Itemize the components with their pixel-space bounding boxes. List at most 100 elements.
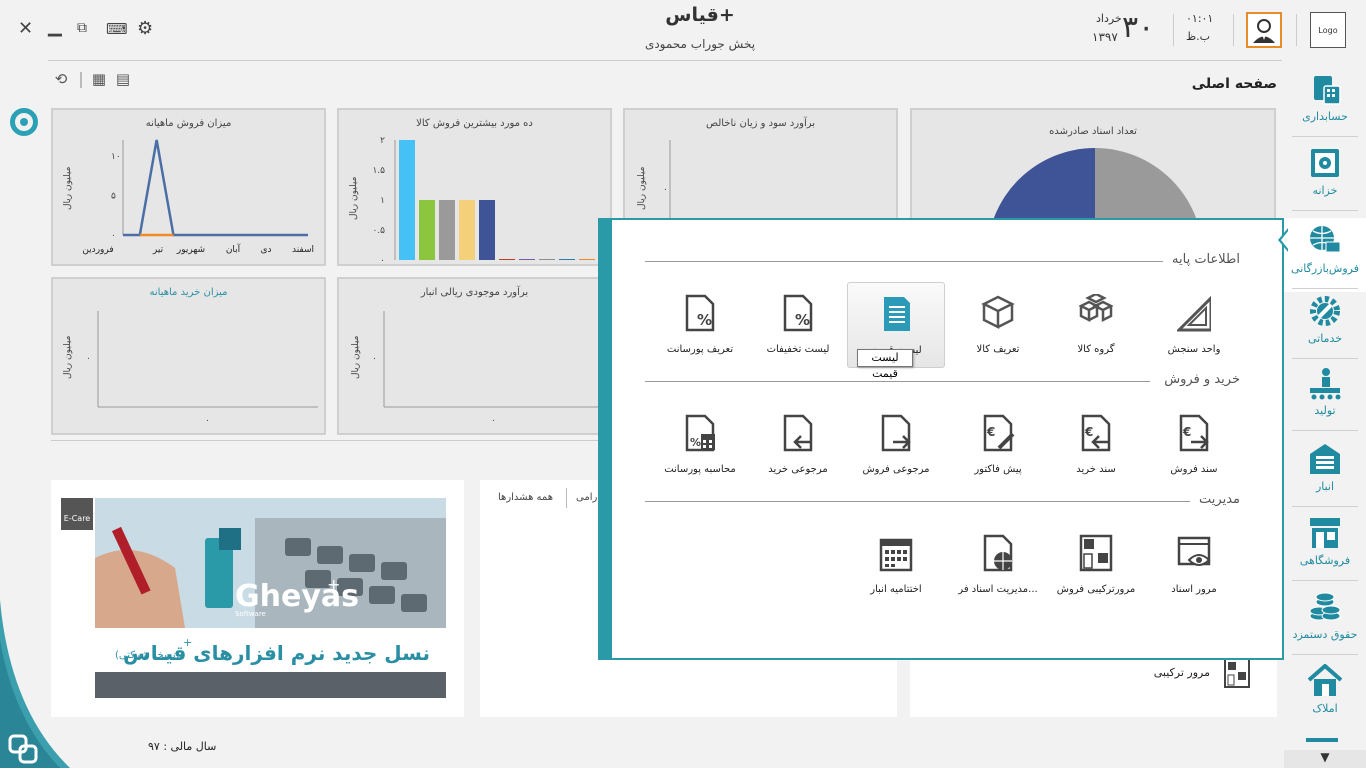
sidebar-item-4[interactable]: خدماتی bbox=[1286, 288, 1364, 360]
calendar-icon[interactable]: ▤ bbox=[114, 70, 132, 88]
y-tick: ۱ bbox=[380, 196, 385, 206]
x-tick: آبان bbox=[226, 243, 241, 255]
minimize-icon[interactable]: ▁ bbox=[48, 16, 62, 37]
menu-item-label: اختتامیه انبار bbox=[870, 584, 922, 595]
sidebar-item-3[interactable]: فروش‌بازرگانی bbox=[1286, 218, 1364, 290]
divider bbox=[1292, 136, 1358, 137]
app-title: قیاس+ bbox=[665, 4, 735, 26]
tab-partial[interactable]: رامی bbox=[576, 492, 597, 503]
menu-item-label: مرجوعی خرید bbox=[768, 464, 828, 475]
sidebar-item-5[interactable]: تولید bbox=[1286, 360, 1364, 432]
divider bbox=[1292, 580, 1358, 581]
percent-document-icon: % bbox=[783, 294, 813, 332]
settings-icon[interactable]: ⚙ bbox=[137, 18, 153, 39]
menu-item-1-3[interactable]: مرجوعی فروش bbox=[847, 402, 945, 488]
sidebar-item-1[interactable]: حسابداری bbox=[1286, 66, 1364, 138]
euro-doc-in-icon: € bbox=[1081, 414, 1111, 452]
y-tick: ۰ bbox=[111, 231, 116, 241]
production-icon bbox=[1310, 368, 1341, 400]
divider bbox=[1292, 430, 1358, 431]
ad-banner[interactable]: Gheyas + Software نسل جدید نرم افزارهای … bbox=[95, 498, 446, 698]
y-tick: ۰.۵ bbox=[372, 226, 385, 236]
month-name: خرداد bbox=[1096, 12, 1122, 25]
doc-return-out-icon bbox=[881, 414, 911, 452]
grid-icon[interactable]: ▦ bbox=[90, 70, 108, 88]
restore-icon[interactable]: ⧉ bbox=[77, 20, 87, 36]
sync-icon[interactable] bbox=[10, 108, 38, 136]
menu-item-0-2[interactable]: تعریف کالا bbox=[949, 282, 1047, 368]
bar bbox=[399, 140, 415, 260]
euro-doc-out-icon: € bbox=[1179, 414, 1209, 452]
menu-item-0-1[interactable]: گروه کالا bbox=[1047, 282, 1145, 368]
menu-item-label: مرجوعی فروش bbox=[862, 464, 930, 475]
divider bbox=[1292, 210, 1358, 211]
combined-grid-icon[interactable] bbox=[1224, 658, 1250, 688]
x-tick: ۰ bbox=[205, 416, 210, 426]
x-tick: فروردین bbox=[82, 245, 113, 255]
fiscal-year: سال مالی : ۹۷ bbox=[148, 740, 217, 753]
menu-item-1-0[interactable]: € سند فروش bbox=[1145, 402, 1243, 488]
menu-item-0-0[interactable]: واحد سنجش bbox=[1145, 282, 1243, 368]
gear-wrench-icon bbox=[1310, 296, 1340, 326]
sidebar-item-6[interactable]: انبار bbox=[1286, 436, 1364, 508]
y-tick: ۰ bbox=[663, 185, 668, 195]
percent-calc-icon: % bbox=[685, 414, 715, 452]
ecare-badge[interactable]: E-Care bbox=[61, 498, 93, 530]
menu-item-1-5[interactable]: % محاسبه پورسانت bbox=[651, 402, 749, 488]
svg-text:%: % bbox=[795, 311, 810, 329]
divider bbox=[1292, 358, 1358, 359]
menu-item-label: لیست تخفیفات bbox=[766, 344, 830, 355]
close-icon[interactable]: ✕ bbox=[18, 18, 33, 39]
menu-item-1-1[interactable]: € سند خرید bbox=[1047, 402, 1145, 488]
bar bbox=[519, 259, 535, 260]
y-tick: ۰ bbox=[372, 354, 377, 364]
sidebar-item-2[interactable]: خزانه bbox=[1286, 140, 1364, 212]
products-bar-chart: ۰ ۰.۵ ۱ ۱.۵ ۲ bbox=[372, 136, 595, 266]
sales-line-chart: ۰ ۵ ۱۰ فروردین تیر شهریور آبان دی اسفند bbox=[82, 139, 314, 255]
menu-item-2-1[interactable]: مرورترکیبی فروش bbox=[1047, 522, 1145, 608]
divider bbox=[80, 72, 82, 88]
company-name: پخش جوراب محمودی bbox=[644, 37, 756, 51]
menu-item-label: محاسبه پورسانت bbox=[664, 464, 736, 475]
tab-all-alerts[interactable]: همه هشدارها bbox=[498, 492, 553, 503]
user-avatar[interactable] bbox=[1246, 12, 1282, 48]
refresh-icon[interactable]: ⟲ bbox=[52, 70, 70, 88]
menu-item-0-5[interactable]: % تعریف پورسانت bbox=[651, 282, 749, 368]
scroll-down-icon[interactable]: ▼ bbox=[1284, 750, 1366, 768]
section-title: مدیریت bbox=[1199, 492, 1240, 507]
section-title: خرید و فروش bbox=[1164, 372, 1240, 387]
sidebar-item-label: حقوق دستمزد bbox=[1292, 628, 1358, 641]
divider bbox=[1292, 506, 1358, 507]
combined-grid-icon bbox=[1079, 534, 1113, 572]
globe-trade-icon bbox=[1310, 226, 1341, 253]
combined-view-link[interactable]: مرور ترکیبی bbox=[1130, 666, 1210, 679]
sidebar-item-7[interactable]: فروشگاهی bbox=[1286, 510, 1364, 582]
inventory-value-chart: برآورد موجودی ریالی انبار میلیون ریال ۰ … bbox=[337, 277, 612, 435]
divider bbox=[566, 488, 567, 508]
page-title: صفحه اصلی bbox=[1191, 76, 1277, 92]
sidebar-item-9[interactable]: املاک bbox=[1286, 658, 1364, 730]
doc-return-in-icon bbox=[783, 414, 813, 452]
menu-item-label: پیش فاکتور bbox=[974, 464, 1022, 475]
svg-text:€: € bbox=[1084, 425, 1093, 439]
menu-item-1-4[interactable]: مرجوعی خرید bbox=[749, 402, 847, 488]
menu-item-2-3[interactable]: اختتامیه انبار bbox=[847, 522, 945, 608]
sidebar-item-label: املاک bbox=[1312, 702, 1338, 715]
accounting-icon bbox=[1314, 76, 1341, 105]
y-tick: ۰ bbox=[380, 256, 385, 266]
y-tick: ۱.۵ bbox=[372, 166, 385, 176]
day-number: ۳۰ bbox=[1122, 10, 1155, 45]
svg-text:€: € bbox=[986, 425, 995, 439]
inventory-axis: ۰ ۰ bbox=[372, 311, 604, 426]
svg-text:%: % bbox=[697, 311, 712, 329]
sidebar-item-8[interactable]: حقوق دستمزد bbox=[1286, 584, 1364, 656]
menu-item-0-4[interactable]: % لیست تخفیفات bbox=[749, 282, 847, 368]
menu-item-2-0[interactable]: مرور اسناد bbox=[1145, 522, 1243, 608]
x-tick: شهریور bbox=[176, 245, 205, 255]
monthly-sales-chart: میزان فروش ماهیانه میلیون ریال ۰ ۵ ۱۰ فرورد… bbox=[51, 108, 326, 266]
sidebar-item-label: خزانه bbox=[1312, 184, 1338, 197]
house-icon bbox=[1308, 664, 1342, 696]
menu-item-1-2[interactable]: € پیش فاکتور bbox=[949, 402, 1047, 488]
keyboard-icon[interactable]: ⌨ bbox=[106, 20, 128, 38]
menu-item-2-2[interactable]: مدیریت اسناد فر... bbox=[949, 522, 1047, 608]
